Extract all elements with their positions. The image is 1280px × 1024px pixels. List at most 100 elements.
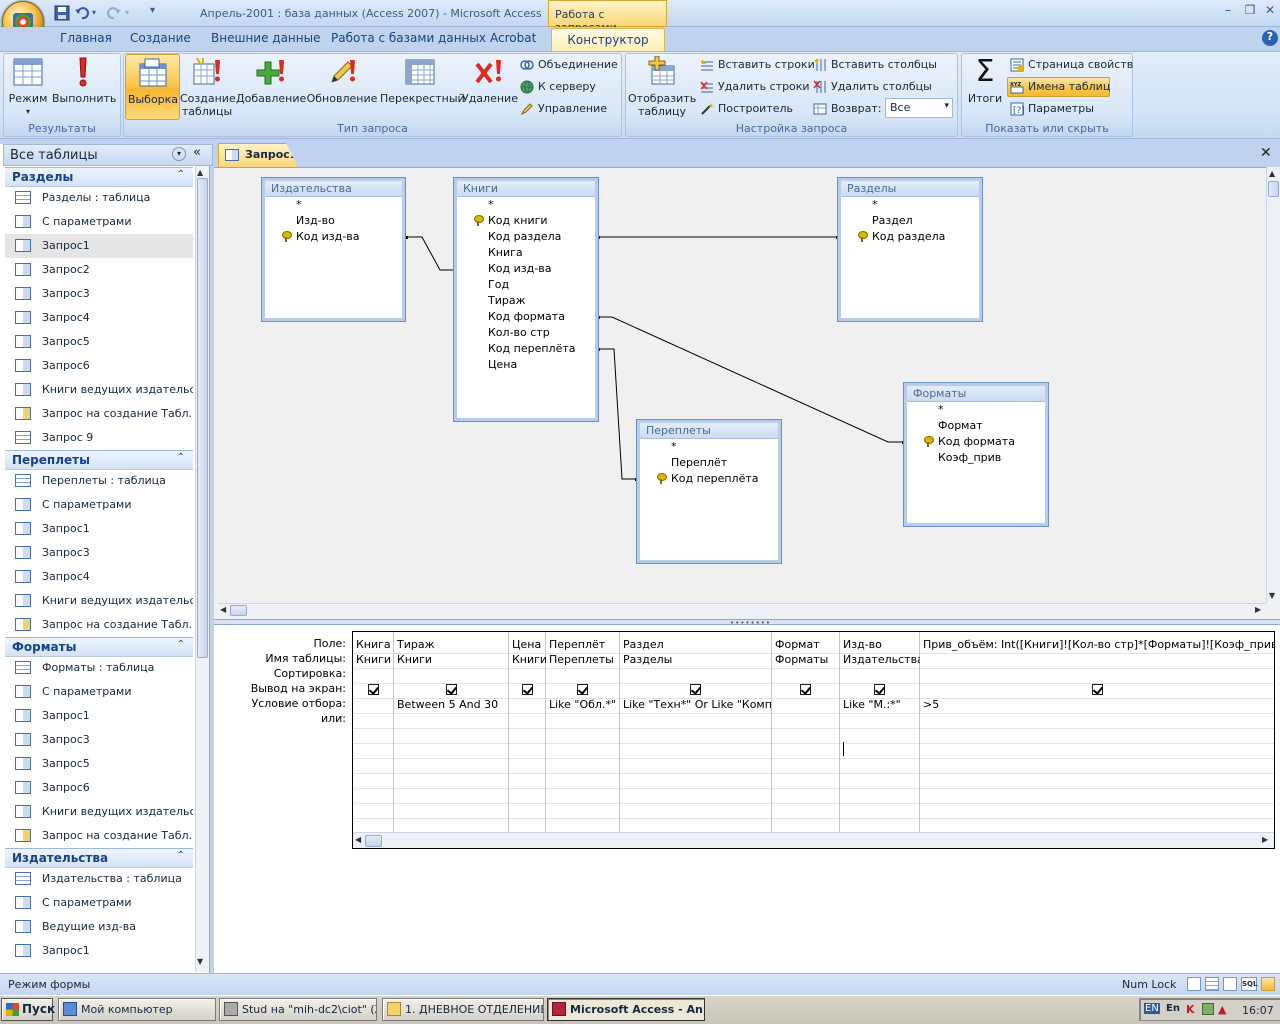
delete-query-button[interactable]: Удаление [462,56,518,105]
return-select[interactable]: Все ▾ [885,98,953,118]
tab-external-data[interactable]: Внешние данные [211,31,320,51]
antivirus-icon[interactable]: K [1186,1003,1195,1016]
show-checkbox[interactable] [577,684,588,695]
pass-through-button[interactable]: К серверу [520,78,596,96]
grid-field-cell[interactable]: Цена [509,638,546,651]
taskbar-my-computer[interactable]: Мой компьютер [58,998,216,1021]
all-fields-item[interactable]: * [457,197,595,213]
nav-item[interactable]: Запрос1 [5,517,193,541]
grid-table-cell[interactable]: Разделы [620,653,772,666]
safely-remove-icon[interactable]: ▲ [1218,1003,1226,1016]
field-item[interactable]: Код изд-ва [457,261,595,277]
close-button[interactable]: ✕ [1258,3,1280,19]
grid-criteria-cell[interactable]: >5 [920,698,1274,711]
customize-qat-icon[interactable]: ▾ [150,5,155,16]
table-window-title[interactable]: Издательства [265,181,402,197]
document-tab-query1[interactable]: Запрос1 [218,143,298,167]
grid-horizontal-scrollbar[interactable]: ◀ ▶ [353,832,1274,848]
taskbar-folder[interactable]: 1. ДНЕВНОЕ ОТДЕЛЕНИЕ [382,998,544,1021]
tab-home[interactable]: Главная [60,31,112,51]
nav-item[interactable]: Разделы : таблица [5,186,193,210]
table-window-title[interactable]: Книги [457,181,595,197]
make-table-button[interactable]: Создание таблицы [180,56,236,118]
nav-item[interactable]: Запрос на создание Табл... [5,824,193,848]
grid-criteria-cell[interactable]: Like "Техн*" Or Like "Комп*" [620,698,772,711]
field-item[interactable]: Цена [457,357,595,373]
network-icon[interactable] [1202,1003,1214,1015]
grid-hscroll-thumb[interactable] [365,835,382,847]
table-window-title[interactable]: Переплеты [640,423,778,439]
collapse-section-icon[interactable]: ⌃ [177,639,185,650]
table-window-bindings[interactable]: Переплеты * Переплёт Код переплёта [636,419,782,564]
field-item[interactable]: Код раздела [457,229,595,245]
pivot-view-icon[interactable] [1223,977,1237,991]
close-document-icon[interactable]: ✕ [1260,145,1272,161]
nav-item[interactable]: Запрос2 [5,258,193,282]
nav-menu-dropdown-icon[interactable]: ▾ [172,147,186,161]
scroll-down-icon[interactable]: ▼ [197,957,203,966]
field-item[interactable]: Переплёт [640,455,778,471]
field-item[interactable]: Код переплёта [457,341,595,357]
nav-item[interactable]: Переплеты : таблица [5,469,193,493]
sql-view-icon[interactable]: SQL [1241,977,1257,991]
scroll-up-icon[interactable]: ▲ [1269,169,1275,178]
redo-icon[interactable] [106,5,122,21]
nav-item[interactable]: Запрос на создание Табл... [5,402,193,426]
builder-button[interactable]: Построитель [700,100,793,118]
show-checkbox[interactable] [874,684,885,695]
delete-columns-button[interactable]: Удалить столбцы [813,78,932,96]
nav-item[interactable]: Запрос3 [5,282,193,306]
grid-table-cell[interactable]: Книги [394,653,509,666]
nav-item[interactable]: Запрос6 [5,354,193,378]
show-checkbox[interactable] [445,684,457,695]
nav-item[interactable]: Запрос4 [5,306,193,330]
nav-header[interactable]: Все таблицы ▾ « [3,144,213,166]
show-checkbox[interactable] [800,684,811,695]
scroll-down-icon[interactable]: ▼ [1269,591,1275,600]
show-table-button[interactable]: Отобразить таблицу [628,55,696,118]
scroll-left-icon[interactable]: ◀ [355,835,361,844]
delete-rows-button[interactable]: Удалить строки [700,78,810,96]
table-window-formats[interactable]: Форматы * Формат Код формата Коэф_прив [903,382,1049,527]
minimize-button[interactable]: – [1216,3,1240,19]
diagram-vertical-scrollbar[interactable]: ▲ ▼ [1266,167,1280,603]
tab-create[interactable]: Создание [130,31,191,51]
run-button[interactable]: Выполнить [52,56,116,105]
view-mode-button[interactable]: Режим ▾ [6,56,50,118]
all-fields-item[interactable]: * [640,439,778,455]
all-fields-item[interactable]: * [907,402,1045,418]
diagram-vscroll-thumb[interactable] [1268,181,1279,197]
collapse-section-icon[interactable]: ⌃ [177,850,185,861]
grid-table-cell[interactable]: Форматы [772,653,840,666]
field-item[interactable]: Код раздела [841,229,979,245]
nav-scrollbar[interactable]: ▲ ▼ [195,166,209,972]
show-checkbox[interactable] [521,684,533,695]
property-sheet-button[interactable]: Страница свойств [1010,56,1133,74]
nav-item[interactable]: Запрос5 [5,330,193,354]
save-icon[interactable] [54,5,70,21]
field-item[interactable]: Год [457,277,595,293]
grid-field-cell[interactable]: Переплёт [546,638,620,651]
nav-item[interactable]: Запрос6 [5,776,193,800]
insert-rows-button[interactable]: Вставить строки [700,56,815,74]
collapse-section-icon[interactable]: ⌃ [177,169,185,180]
nav-item[interactable]: Запрос1 [5,939,193,963]
taskbar-access[interactable]: Microsoft Access - An... [547,998,705,1021]
nav-section-header[interactable]: Разделы ⌃ [5,167,193,187]
nav-item[interactable]: Книги ведущих издательств [5,800,193,824]
tab-database-tools[interactable]: Работа с базами данных [331,31,486,51]
nav-section-header[interactable]: Издательства ⌃ [5,848,193,868]
grid-field-cell[interactable]: Прив_объём: Int([Книги]![Кол-во стр]*[Фо… [920,638,1274,651]
nav-item[interactable]: Книги ведущих издательств [5,378,193,402]
show-checkbox[interactable] [1092,684,1103,695]
parameters-button[interactable]: [?] Параметры [1010,100,1094,118]
nav-item[interactable]: Запрос4 [5,565,193,589]
grid-field-cell[interactable]: Изд-во [840,638,920,651]
nav-item[interactable]: С параметрами [5,210,193,234]
nav-item[interactable]: Запрос 9 [5,426,193,450]
nav-scroll-thumb[interactable] [197,178,208,658]
nav-item[interactable]: Запрос1 [5,234,193,258]
field-item[interactable]: Код изд-ва [265,229,402,245]
diagram-hscroll-thumb[interactable] [230,605,247,616]
start-button[interactable]: Пуск [1,998,55,1021]
